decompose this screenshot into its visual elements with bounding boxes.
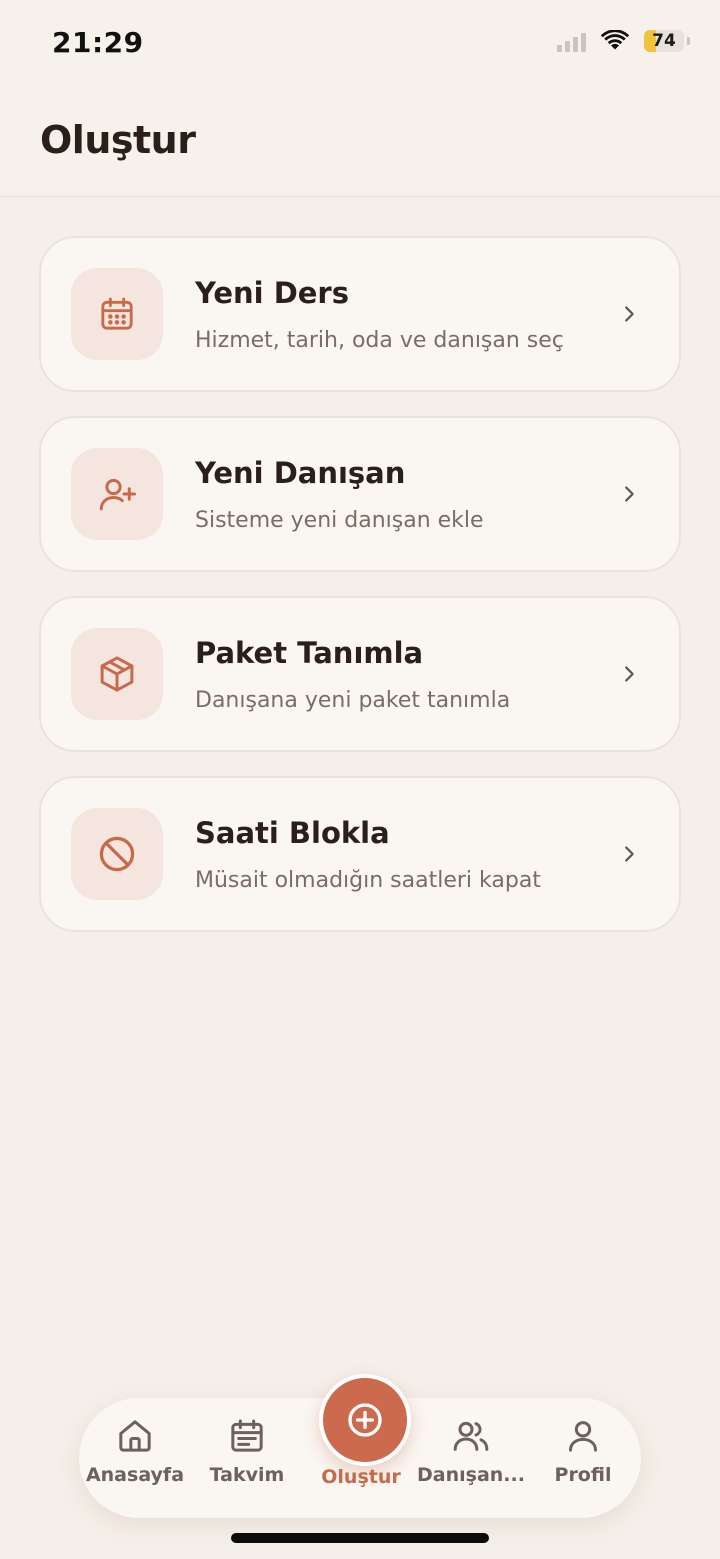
status-time: 21:29 — [52, 26, 144, 59]
tab-label: Takvim — [209, 1464, 285, 1486]
action-card-new-lesson[interactable]: Yeni Ders Hizmet, tarih, oda ve danışan … — [39, 236, 681, 392]
action-subtitle: Danışana yeni paket tanımla — [195, 688, 511, 713]
chevron-right-icon — [615, 300, 643, 328]
status-icons: 74 — [557, 30, 690, 52]
action-card-define-package[interactable]: Paket Tanımla Danışana yeni paket tanıml… — [39, 596, 681, 752]
battery-level: 74 — [652, 31, 676, 51]
chevron-right-icon — [615, 840, 643, 868]
action-card-new-client[interactable]: Yeni Danışan Sisteme yeni danışan ekle — [39, 416, 681, 572]
block-icon — [71, 808, 163, 900]
calendar-icon — [71, 268, 163, 360]
tab-bar: Anasayfa Takvim Oluştur Danışan... Profi… — [79, 1374, 641, 1518]
tab-calendar[interactable]: Takvim — [191, 1398, 303, 1518]
chevron-right-icon — [615, 480, 643, 508]
chevron-right-icon — [615, 660, 643, 688]
action-title: Saati Blokla — [195, 816, 390, 850]
action-subtitle: Sisteme yeni danışan ekle — [195, 508, 484, 533]
wifi-icon — [600, 30, 630, 50]
tab-home[interactable]: Anasayfa — [79, 1398, 191, 1518]
plus-circle-icon — [348, 1403, 382, 1437]
package-icon — [71, 628, 163, 720]
header: Oluştur — [0, 88, 720, 197]
users-icon — [453, 1421, 489, 1451]
page-title: Oluştur — [40, 118, 196, 162]
status-bar: 21:29 74 — [0, 0, 720, 88]
action-list: Yeni Ders Hizmet, tarih, oda ve danışan … — [39, 236, 681, 956]
user-icon — [569, 1421, 597, 1452]
home-icon — [119, 1420, 151, 1452]
tab-label: Profil — [554, 1464, 612, 1486]
action-subtitle: Müsait olmadığın saatleri kapat — [195, 868, 541, 893]
action-subtitle: Hizmet, tarih, oda ve danışan seç — [195, 328, 564, 353]
home-indicator — [231, 1533, 489, 1543]
action-title: Yeni Danışan — [195, 456, 406, 490]
battery-charging-icon: 74 — [644, 30, 684, 52]
action-card-block-time[interactable]: Saati Blokla Müsait olmadığın saatleri k… — [39, 776, 681, 932]
tab-profile[interactable]: Profil — [527, 1398, 639, 1518]
action-title: Yeni Ders — [195, 276, 349, 310]
signal-icon — [557, 30, 586, 52]
action-title: Paket Tanımla — [195, 636, 424, 670]
battery-tip — [687, 37, 690, 45]
tab-clients[interactable]: Danışan... — [415, 1398, 527, 1518]
calendar-icon — [231, 1419, 263, 1452]
user-plus-icon — [71, 448, 163, 540]
tab-create[interactable] — [319, 1374, 411, 1466]
